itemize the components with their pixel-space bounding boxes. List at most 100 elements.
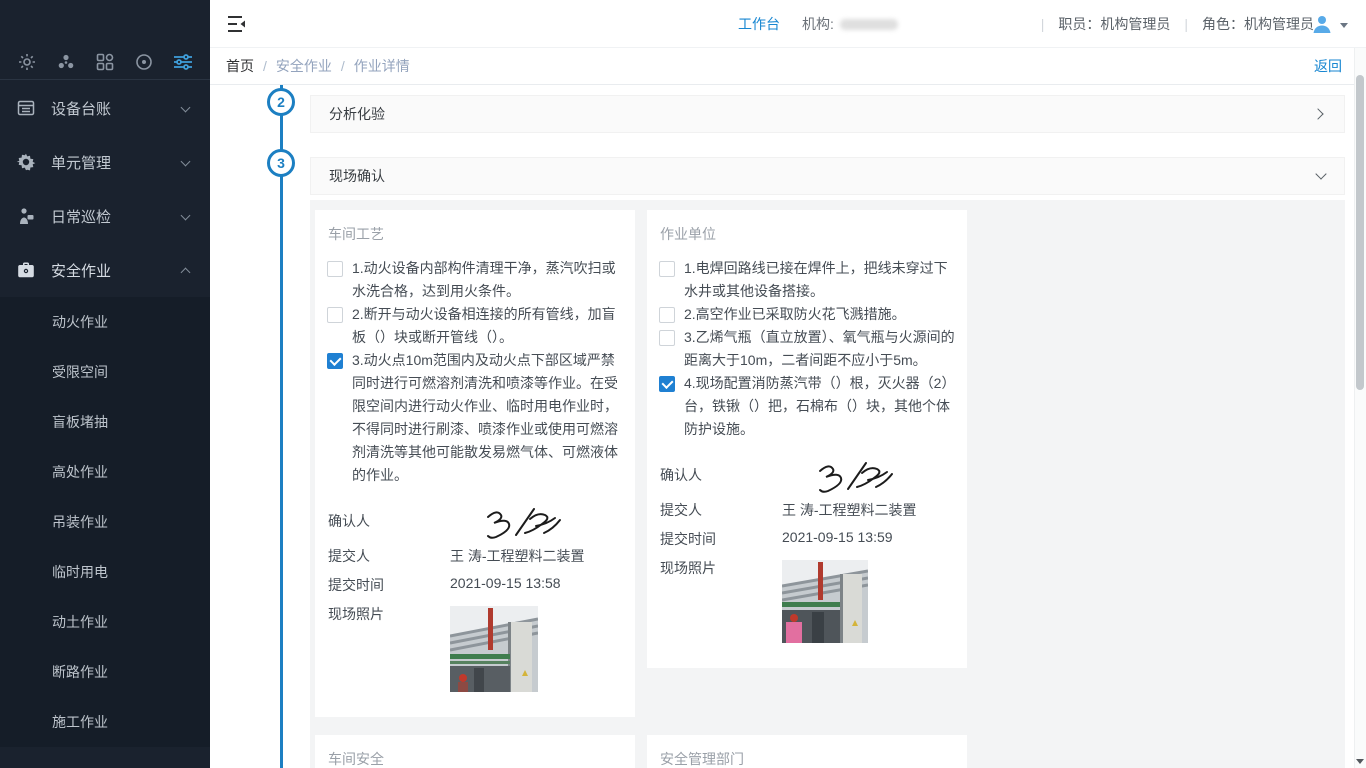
signature-image: [782, 465, 958, 491]
checklist-text: 4.现场配置消防蒸汽带（）根，灭火器（2）台，铁锹（）把，石棉布（）块，其他个体…: [684, 372, 958, 441]
checkbox[interactable]: [659, 330, 675, 346]
grid-icon[interactable]: [94, 51, 116, 73]
checklist-text: 2.断开与动火设备相连接的所有管线，加盲板（）块或断开管线（）。: [352, 303, 626, 349]
org-name-redacted: [840, 19, 898, 30]
checklist-item: 2.断开与动火设备相连接的所有管线，加盲板（）块或断开管线（）。: [324, 303, 626, 349]
chevron-right-icon: [1316, 109, 1326, 119]
checklist-text: 1.电焊回路线已接在焊件上，把线未穿过下水井或其他设备搭接。: [684, 257, 958, 303]
sidebar-subitem-road-breaking[interactable]: 断路作业: [0, 647, 210, 697]
submitter-label: 提交人: [660, 500, 782, 520]
checklist-text: 2.高空作业已采取防火花飞溅措施。: [684, 303, 958, 326]
checkbox[interactable]: [327, 307, 343, 323]
staff-label: 职员：机构管理员: [1058, 14, 1170, 34]
scroll-down-arrow-icon: [1356, 759, 1364, 764]
card-title: 作业单位: [660, 224, 958, 244]
user-menu[interactable]: [1311, 0, 1348, 48]
card-workshop-process: 车间工艺 1.动火设备内部构件清理干净，蒸汽吹扫或水洗合格，达到用火条件。 2.…: [315, 210, 635, 717]
time-label: 提交时间: [328, 575, 450, 595]
sidebar-subitem-temporary-power[interactable]: 临时用电: [0, 547, 210, 597]
site-photo[interactable]: [782, 558, 958, 643]
time-row: 提交时间 2021-09-15 13:59: [660, 529, 958, 549]
checklist-item: 4.现场配置消防蒸汽带（）根，灭火器（2）台，铁锹（）把，石棉布（）块，其他个体…: [656, 372, 958, 441]
sidebar-item-safety-work[interactable]: 安全作业: [0, 243, 210, 297]
breadcrumb-bar: 首页 / 安全作业 / 作业详情 返回: [210, 48, 1366, 85]
checklist-item: 1.动火设备内部构件清理干净，蒸汽吹扫或水洗合格，达到用火条件。: [324, 257, 626, 303]
section-title: 现场确认: [329, 166, 385, 186]
section-analysis-test[interactable]: 分析化验: [310, 95, 1345, 133]
separator: |: [1041, 16, 1045, 32]
chevron-down-icon: [180, 156, 192, 168]
topbar: 工作台 机构: | 职员：机构管理员 | 角色：机构管理员: [210, 0, 1366, 48]
checkbox[interactable]: [659, 307, 675, 323]
card-workshop-safety: 车间安全 4.动火点周围的下水井、地漏、地沟、电缆沟等已清除易燃物，并已采取覆盖…: [315, 735, 635, 768]
sidebar-subitem-hot-work[interactable]: 动火作业: [0, 297, 210, 347]
timeline-step-2: 2: [267, 88, 295, 116]
sidebar-item-daily-inspection[interactable]: 日常巡检: [0, 189, 210, 243]
confirm-row: 确认人: [660, 465, 958, 491]
chevron-down-icon: [1316, 171, 1326, 181]
time-value: 2021-09-15 13:59: [782, 529, 958, 545]
card-title: 安全管理部门: [660, 749, 958, 768]
sidebar-subitem-earth-moving[interactable]: 动土作业: [0, 597, 210, 647]
time-row: 提交时间 2021-09-15 13:58: [328, 575, 626, 595]
breadcrumb-safety-work[interactable]: 安全作业: [276, 56, 332, 76]
checkbox[interactable]: [659, 376, 675, 392]
sidebar-subitem-work-at-height[interactable]: 高处作业: [0, 447, 210, 497]
timeline-line: [280, 85, 283, 768]
card-safety-management-dept: 安全管理部门 确认人: [647, 735, 967, 768]
confirm-label: 确认人: [660, 465, 782, 485]
section-site-confirmation[interactable]: 现场确认: [310, 157, 1345, 195]
submitter-row: 提交人 王 涛-工程塑料二装置: [660, 500, 958, 520]
sidebar-subitem-construction-work[interactable]: 施工作业: [0, 697, 210, 747]
chevron-down-icon: [180, 210, 192, 222]
checkbox[interactable]: [327, 261, 343, 277]
sidebar-item-equipment-ledger[interactable]: 设备台账: [0, 81, 210, 135]
workbench-link[interactable]: 工作台: [738, 14, 780, 34]
checklist-text: 3.乙烯气瓶（直立放置）、氧气瓶与火源间的距离大于10m，二者间距不应小于5m。: [684, 326, 958, 372]
photo-row: 现场照片: [660, 558, 958, 643]
trefoil-icon[interactable]: [55, 51, 77, 73]
topbar-user-info: | 职员：机构管理员 | 角色：机构管理员: [1027, 0, 1314, 48]
confirm-label: 确认人: [328, 511, 450, 531]
menu-fold-icon[interactable]: [227, 15, 247, 33]
sidebar-subitem-confined-space[interactable]: 受限空间: [0, 347, 210, 397]
section-title: 分析化验: [329, 104, 385, 124]
chevron-down-icon: [1340, 23, 1348, 28]
scrollbar-down-button[interactable]: [1354, 754, 1366, 768]
time-label: 提交时间: [660, 529, 782, 549]
breadcrumb-home[interactable]: 首页: [226, 56, 254, 76]
org-label: 机构:: [802, 14, 834, 34]
scrollbar-thumb[interactable]: [1356, 75, 1364, 390]
sidebar-subitem-blind-plate[interactable]: 盲板堵抽: [0, 397, 210, 447]
topbar-center: 工作台 机构:: [738, 0, 898, 48]
site-photo[interactable]: [450, 604, 626, 692]
sidebar-subitem-lifting-work[interactable]: 吊装作业: [0, 497, 210, 547]
submitter-label: 提交人: [328, 546, 450, 566]
back-button[interactable]: 返回: [1314, 56, 1342, 76]
sidebar-item-label: 安全作业: [51, 260, 180, 281]
sidebar: 设备台账 单元管理: [0, 0, 210, 768]
timeline-step-3: 3: [267, 149, 295, 177]
checklist-item: 3.乙烯气瓶（直立放置）、氧气瓶与火源间的距离大于10m，二者间距不应小于5m。: [656, 326, 958, 372]
sidebar-item-label: 单元管理: [51, 152, 180, 173]
gear-icon[interactable]: [16, 51, 38, 73]
submitter-value: 王 涛-工程塑料二装置: [450, 546, 626, 566]
card-fields: 确认人: [660, 465, 958, 643]
chevron-down-icon: [180, 102, 192, 114]
sliders-icon[interactable]: [172, 51, 194, 73]
checklist-text: 3.动火点10m范围内及动火点下部区域严禁同时进行可燃溶剂清洗和喷漆等作业。在受…: [352, 349, 626, 487]
checklist-item: 3.动火点10m范围内及动火点下部区域严禁同时进行可燃溶剂清洗和喷漆等作业。在受…: [324, 349, 626, 487]
time-value: 2021-09-15 13:58: [450, 575, 626, 591]
separator: |: [1184, 16, 1188, 32]
checkbox[interactable]: [659, 261, 675, 277]
submitter-value: 王 涛-工程塑料二装置: [782, 500, 958, 520]
breadcrumb-separator: /: [263, 58, 267, 74]
inspector-icon: [16, 206, 36, 226]
photo-label: 现场照片: [328, 604, 450, 624]
checkbox[interactable]: [327, 353, 343, 369]
app-window: 设备台账 单元管理: [0, 0, 1366, 768]
sidebar-item-unit-management[interactable]: 单元管理: [0, 135, 210, 189]
card-title: 车间工艺: [328, 224, 626, 244]
vertical-scrollbar[interactable]: [1354, 48, 1366, 768]
target-icon[interactable]: [133, 51, 155, 73]
